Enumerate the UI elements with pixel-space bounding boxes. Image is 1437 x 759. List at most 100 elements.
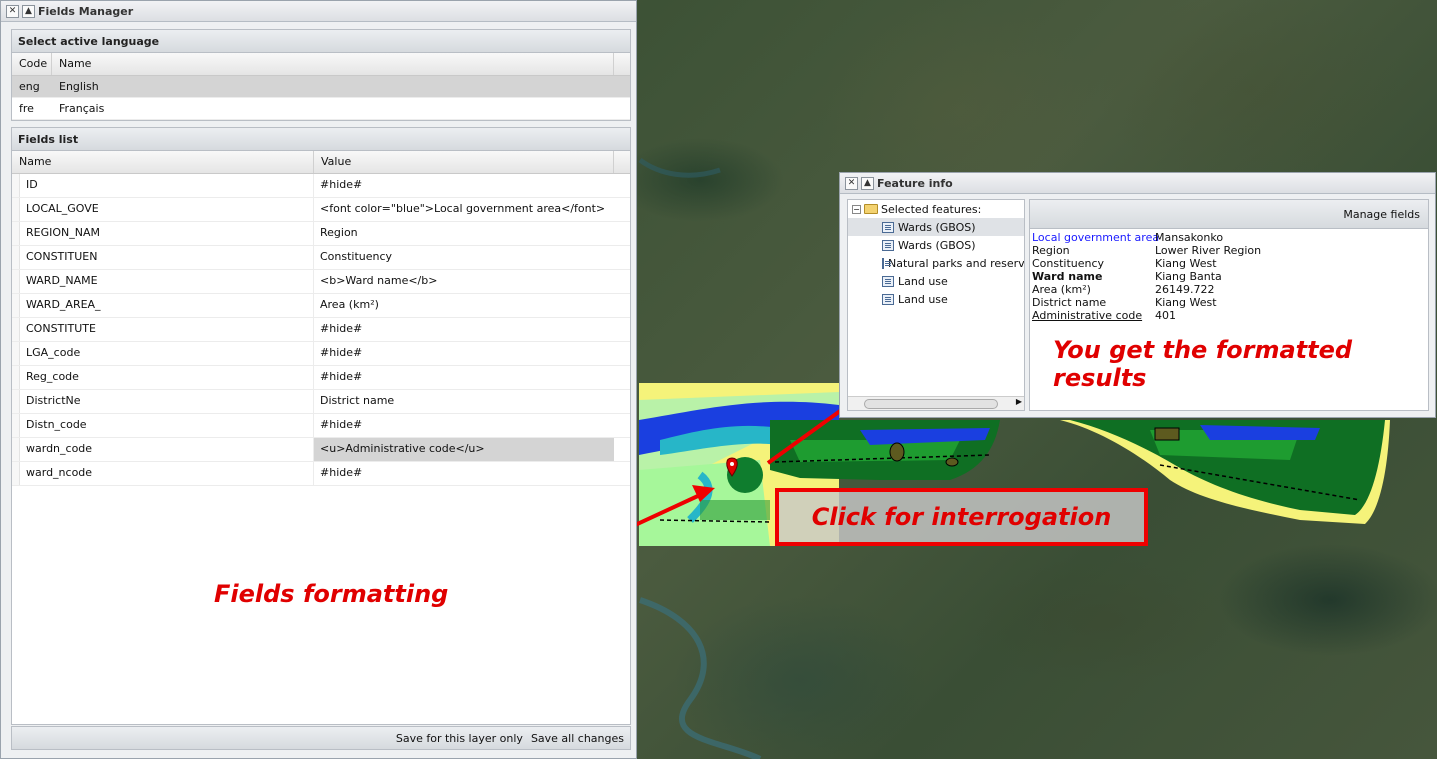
field-row[interactable]: ID #hide# bbox=[12, 174, 630, 198]
field-row[interactable]: ward_ncode #hide# bbox=[12, 462, 630, 486]
row-handle[interactable] bbox=[12, 318, 20, 341]
save-all-button[interactable]: Save all changes bbox=[531, 732, 624, 745]
row-handle[interactable] bbox=[12, 390, 20, 413]
attribute-value: 26149.722 bbox=[1155, 283, 1215, 296]
fields-column-header: Name Value bbox=[12, 151, 630, 174]
field-row[interactable]: CONSTITUTE #hide# bbox=[12, 318, 630, 342]
attribute-row: Constituency Kiang West bbox=[1032, 257, 1428, 270]
column-name[interactable]: Name bbox=[52, 53, 614, 75]
row-handle[interactable] bbox=[12, 366, 20, 389]
tree-item[interactable]: Land use bbox=[848, 272, 1024, 290]
attribute-row: Ward name Kiang Banta bbox=[1032, 270, 1428, 283]
attribute-key: Administrative code bbox=[1032, 309, 1143, 322]
close-icon[interactable]: ✕ bbox=[845, 176, 858, 190]
field-name: Distn_code bbox=[20, 414, 314, 437]
field-row[interactable]: WARD_AREA_ Area (km²) bbox=[12, 294, 630, 318]
row-handle[interactable] bbox=[12, 414, 20, 437]
attribute-key: Local government area bbox=[1032, 231, 1160, 244]
attribute-value: Kiang West bbox=[1155, 257, 1217, 270]
field-value-cell[interactable]: #hide# bbox=[314, 366, 614, 389]
attribute-value: Lower River Region bbox=[1155, 244, 1262, 257]
row-handle[interactable] bbox=[12, 198, 20, 221]
field-row[interactable]: CONSTITUEN Constituency bbox=[12, 246, 630, 270]
field-name: ID bbox=[20, 174, 314, 197]
scrollbar-thumb[interactable] bbox=[864, 399, 998, 409]
fields-section: Fields list Name Value ID #hide# LOCAL_GOV… bbox=[11, 127, 631, 725]
language-row[interactable]: fre Français bbox=[12, 98, 630, 120]
field-value-cell[interactable]: #hide# bbox=[314, 318, 614, 341]
row-handle[interactable] bbox=[12, 174, 20, 197]
save-layer-button[interactable]: Save for this layer only bbox=[396, 732, 523, 745]
field-row[interactable]: Reg_code #hide# bbox=[12, 366, 630, 390]
row-handle[interactable] bbox=[12, 342, 20, 365]
field-value-cell[interactable]: District name bbox=[314, 390, 614, 413]
attribute-key: Ward name bbox=[1032, 270, 1103, 283]
feature-info-titlebar[interactable]: ✕ ▲ Feature info bbox=[840, 173, 1435, 194]
fields-manager-titlebar[interactable]: ✕ ▲ Fields Manager bbox=[1, 1, 636, 22]
attribute-key: Region bbox=[1032, 244, 1070, 257]
collapse-icon[interactable]: ▲ bbox=[861, 176, 874, 190]
tree-scrollbar[interactable]: ▶ bbox=[848, 396, 1024, 410]
collapse-icon[interactable]: ▲ bbox=[22, 4, 35, 18]
field-value-cell[interactable]: Area (km²) bbox=[314, 294, 614, 317]
row-handle[interactable] bbox=[12, 246, 20, 269]
attribute-row: Administrative code 401 bbox=[1032, 309, 1428, 322]
layer-icon bbox=[882, 275, 894, 287]
manage-fields-button[interactable]: Manage fields bbox=[1343, 208, 1420, 221]
annotation-click-interrogation: Click for interrogation bbox=[811, 503, 1112, 531]
column-field-value[interactable]: Value bbox=[314, 151, 614, 173]
field-value-cell[interactable]: #hide# bbox=[314, 342, 614, 365]
field-name: ward_ncode bbox=[20, 462, 314, 485]
attribute-key: District name bbox=[1032, 296, 1107, 309]
details-toolbar: Manage fields bbox=[1030, 200, 1428, 229]
field-name: LGA_code bbox=[20, 342, 314, 365]
field-value-cell[interactable]: <font color="blue">Local government area… bbox=[314, 198, 614, 221]
tree-item[interactable]: Wards (GBOS) bbox=[848, 218, 1024, 236]
field-name: WARD_NAME bbox=[20, 270, 314, 293]
field-row[interactable]: DistrictNe District name bbox=[12, 390, 630, 414]
field-value-cell[interactable]: <b>Ward name</b> bbox=[314, 270, 614, 293]
column-code[interactable]: Code bbox=[12, 53, 52, 75]
field-value-cell[interactable]: Constituency bbox=[314, 246, 614, 269]
fields-section-header: Fields list bbox=[12, 128, 630, 151]
attribute-value: Kiang Banta bbox=[1155, 270, 1222, 283]
tree-root[interactable]: − Selected features: bbox=[848, 200, 1024, 218]
language-name: Français bbox=[59, 102, 105, 115]
tree-item-label: Wards (GBOS) bbox=[898, 238, 976, 252]
row-handle[interactable] bbox=[12, 294, 20, 317]
row-handle[interactable] bbox=[12, 462, 20, 485]
tree-item[interactable]: Natural parks and reserves bbox=[848, 254, 1024, 272]
field-name: LOCAL_GOVE bbox=[20, 198, 314, 221]
collapse-tree-icon[interactable]: − bbox=[852, 204, 861, 214]
tree-item[interactable]: Wards (GBOS) bbox=[848, 236, 1024, 254]
language-row[interactable]: eng English bbox=[12, 76, 630, 98]
field-value-cell[interactable]: <u>Administrative code</u> bbox=[314, 438, 614, 461]
field-row[interactable]: REGION_NAM Region bbox=[12, 222, 630, 246]
attribute-list: Local government area Mansakonko Region Low… bbox=[1030, 229, 1428, 322]
fields-list: ID #hide# LOCAL_GOVE <font color="blue">Loc… bbox=[12, 174, 630, 486]
field-name: WARD_AREA_ bbox=[20, 294, 314, 317]
field-row[interactable]: LOCAL_GOVE <font color="blue">Local gover… bbox=[12, 198, 630, 222]
column-field-name[interactable]: Name bbox=[12, 151, 314, 173]
scroll-right-icon[interactable]: ▶ bbox=[1016, 397, 1022, 406]
field-value-cell[interactable]: #hide# bbox=[314, 462, 614, 485]
language-section: Select active language Code Name eng Engl… bbox=[11, 29, 631, 121]
row-handle[interactable] bbox=[12, 222, 20, 245]
annotation-click-box: Click for interrogation bbox=[775, 488, 1148, 546]
field-row[interactable]: LGA_code #hide# bbox=[12, 342, 630, 366]
tree-item[interactable]: Land use bbox=[848, 290, 1024, 308]
field-row[interactable]: WARD_NAME <b>Ward name</b> bbox=[12, 270, 630, 294]
close-icon[interactable]: ✕ bbox=[6, 4, 19, 18]
fields-manager-footer: Save for this layer only Save all change… bbox=[11, 726, 631, 750]
field-row[interactable]: wardn_code <u>Administrative code</u> bbox=[12, 438, 630, 462]
row-handle[interactable] bbox=[12, 270, 20, 293]
field-value-cell[interactable]: Region bbox=[314, 222, 614, 245]
field-value-cell[interactable]: #hide# bbox=[314, 414, 614, 437]
language-list: eng English fre Français bbox=[12, 76, 630, 120]
layer-icon bbox=[882, 257, 891, 269]
row-handle[interactable] bbox=[12, 438, 20, 461]
language-code: eng bbox=[19, 80, 40, 93]
layer-icon bbox=[882, 239, 894, 251]
field-value-cell[interactable]: #hide# bbox=[314, 174, 614, 197]
field-row[interactable]: Distn_code #hide# bbox=[12, 414, 630, 438]
